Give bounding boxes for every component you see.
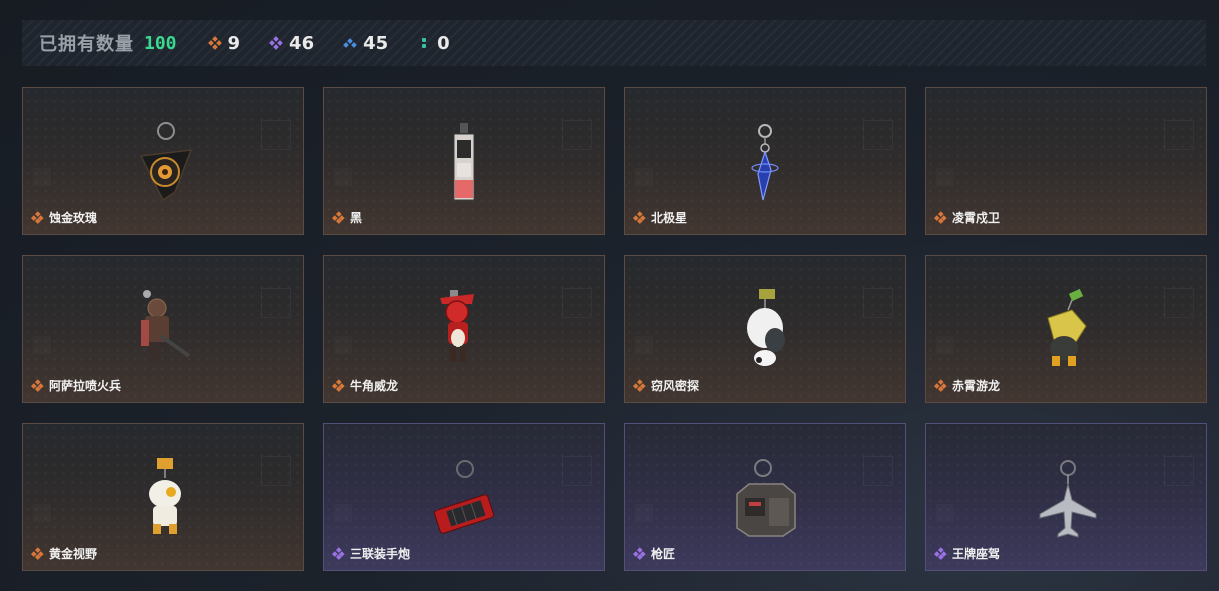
charm-card[interactable]: 凌霄戍卫 — [925, 87, 1207, 235]
purple-tier-icon — [633, 547, 646, 560]
orange-tier-icon — [31, 211, 44, 224]
card-label: 蚀金玫瑰 — [31, 209, 98, 226]
owned-stats-bar: 已拥有数量 100 9 46 45 0 — [22, 20, 1206, 66]
charm-card[interactable]: 牛角威龙 — [323, 255, 605, 403]
charm-card[interactable]: 王牌座驾 — [925, 423, 1207, 571]
purple-tier-value: 46 — [289, 32, 315, 54]
charm-name: 王牌座驾 — [952, 547, 1001, 561]
purple-tier-icon — [332, 547, 345, 560]
charm-card[interactable]: 赤霄游龙 — [925, 255, 1207, 403]
orange-tier-icon — [31, 379, 44, 392]
owned-count-label: 已拥有数量 — [39, 34, 134, 55]
orange-tier-count: 9 — [207, 32, 241, 54]
orange-tier-value: 9 — [227, 32, 241, 54]
orange-tier-icon — [332, 379, 345, 392]
charm-name: 牛角威龙 — [350, 379, 399, 393]
card-label: 三联装手炮 — [332, 545, 411, 562]
green-tier-count: 0 — [418, 33, 450, 54]
charm-name: 凌霄戍卫 — [952, 211, 1001, 225]
blue-diamond-icon — [343, 37, 357, 49]
green-tier-value: 0 — [437, 32, 450, 54]
orange-tier-icon — [934, 211, 947, 224]
charm-name: 北极星 — [651, 211, 688, 225]
card-label: 牛角威龙 — [332, 377, 399, 394]
charm-name: 阿萨拉喷火兵 — [49, 379, 122, 393]
purple-tier-count: 46 — [269, 32, 315, 54]
card-label: 北极星 — [633, 209, 688, 226]
black-tag-charm-icon — [453, 123, 475, 201]
blue-tier-value: 45 — [363, 32, 389, 54]
orange-tier-icon — [934, 379, 947, 392]
owned-count-total: 100 — [144, 32, 177, 54]
charm-name: 窃风密探 — [651, 379, 700, 393]
charm-card[interactable]: 阿萨拉喷火兵 — [22, 255, 304, 403]
card-label: 黄金视野 — [31, 545, 98, 562]
purple-diamond-icon — [269, 36, 283, 50]
card-label: 黑 — [332, 209, 363, 226]
card-decoration — [936, 168, 954, 186]
orange-tier-icon — [633, 211, 646, 224]
orange-tier-icon — [31, 547, 44, 560]
charm-card[interactable]: 黑 — [323, 87, 605, 235]
charm-card[interactable]: 黄金视野 — [22, 423, 304, 571]
charm-card[interactable]: 枪匠 — [624, 423, 906, 571]
card-decoration — [1164, 120, 1194, 150]
charm-grid: 蚀金玫瑰 黑 北极星 凌霄戍卫 阿萨拉喷火兵 牛角威龙 窃风密探 赤霄游龙 黄金… — [22, 87, 1207, 571]
charm-name: 黄金视野 — [49, 547, 98, 561]
card-label: 凌霄戍卫 — [934, 209, 1001, 226]
charm-card[interactable]: 蚀金玫瑰 — [22, 87, 304, 235]
charm-name: 蚀金玫瑰 — [49, 211, 98, 225]
card-label: 阿萨拉喷火兵 — [31, 377, 122, 394]
card-label: 王牌座驾 — [934, 545, 1001, 562]
purple-tier-icon — [934, 547, 947, 560]
charm-name: 赤霄游龙 — [952, 379, 1001, 393]
green-dots-icon — [418, 37, 430, 49]
card-label: 枪匠 — [633, 545, 676, 562]
charm-name: 枪匠 — [651, 547, 676, 561]
blue-tier-count: 45 — [343, 32, 389, 54]
charm-card[interactable]: 窃风密探 — [624, 255, 906, 403]
orange-diamond-icon — [207, 36, 222, 50]
orange-tier-icon — [633, 379, 646, 392]
charm-card[interactable]: 三联装手炮 — [323, 423, 605, 571]
card-label: 赤霄游龙 — [934, 377, 1001, 394]
charm-card[interactable]: 北极星 — [624, 87, 906, 235]
charm-name: 黑 — [350, 211, 363, 225]
orange-tier-icon — [332, 211, 345, 224]
card-label: 窃风密探 — [633, 377, 700, 394]
charm-name: 三联装手炮 — [350, 547, 411, 561]
